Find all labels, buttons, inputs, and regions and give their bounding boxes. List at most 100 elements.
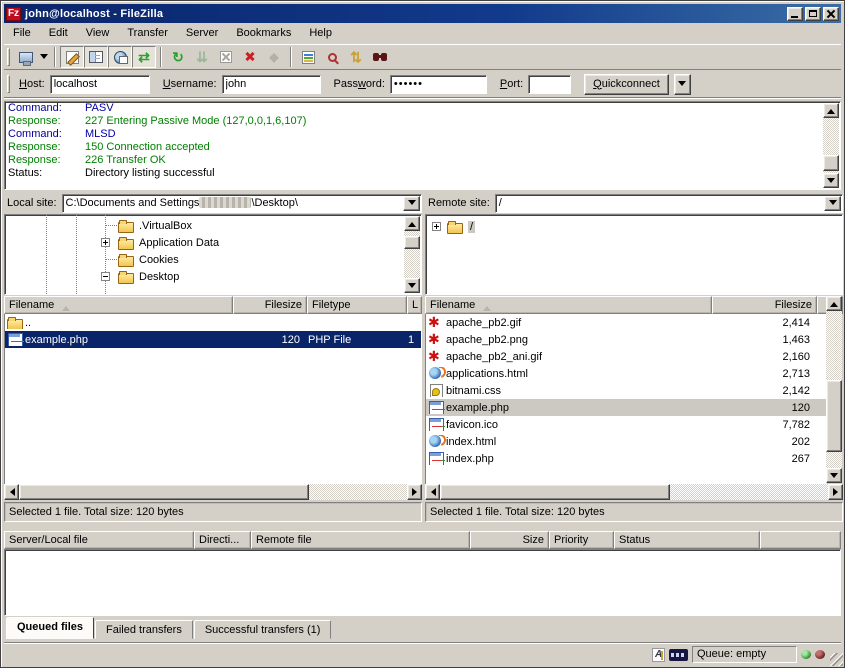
column-header-filesize[interactable]: Filesize xyxy=(233,296,307,314)
site-manager-button[interactable] xyxy=(14,46,38,68)
remote-path-dropdown[interactable] xyxy=(824,196,841,211)
process-queue-button[interactable]: ⇊ xyxy=(190,46,214,68)
file-row[interactable]: apache_pb2_ani.gif 2,160 xyxy=(426,348,826,365)
remote-vscrollbar[interactable] xyxy=(826,296,842,483)
port-label: Port: xyxy=(500,78,523,90)
scroll-up-button[interactable] xyxy=(826,296,842,311)
minimize-button[interactable] xyxy=(787,7,803,21)
menu-bar: File Edit View Transfer Server Bookmarks… xyxy=(4,24,841,43)
menu-server[interactable]: Server xyxy=(177,25,227,42)
file-row-example-php[interactable]: example.php 120 PHP File 1 xyxy=(5,331,421,348)
menu-edit[interactable]: Edit xyxy=(40,25,77,42)
tree-item-cookies[interactable]: Cookies xyxy=(5,251,421,268)
column-header-server-local-file[interactable]: Server/Local file xyxy=(4,531,194,549)
toggle-message-log-button[interactable] xyxy=(60,46,84,68)
cancel-operation-button[interactable] xyxy=(214,46,238,68)
file-row[interactable]: index.php 267 xyxy=(426,450,826,467)
menu-view[interactable]: View xyxy=(77,25,119,42)
column-header-filetype[interactable]: Filetype xyxy=(307,296,407,314)
chevron-down-icon xyxy=(829,200,837,209)
tab-failed-transfers[interactable]: Failed transfers xyxy=(95,620,193,639)
host-input[interactable] xyxy=(50,75,150,94)
username-input[interactable] xyxy=(222,75,321,94)
scroll-down-button[interactable] xyxy=(404,278,420,293)
file-row[interactable]: apache_pb2.png 1,463 xyxy=(426,331,826,348)
scroll-down-button[interactable] xyxy=(826,468,842,483)
menu-bookmarks[interactable]: Bookmarks xyxy=(227,25,300,42)
menu-file[interactable]: File xyxy=(4,25,40,42)
menu-help[interactable]: Help xyxy=(300,25,341,42)
column-header-priority[interactable]: Priority xyxy=(549,531,614,549)
scroll-left-button[interactable] xyxy=(4,484,19,500)
file-row[interactable]: index.html 202 xyxy=(426,433,826,450)
php-file-icon xyxy=(428,401,444,414)
tab-successful-transfers[interactable]: Successful transfers (1) xyxy=(194,620,332,639)
column-header-remote-file[interactable]: Remote file xyxy=(251,531,470,549)
remote-path-combo[interactable]: / xyxy=(495,194,843,213)
tree-item-desktop[interactable]: Desktop xyxy=(5,268,421,285)
column-header-status[interactable]: Status xyxy=(614,531,760,549)
disconnect-button[interactable] xyxy=(238,46,262,68)
column-header-filename[interactable]: Filename xyxy=(425,296,712,314)
file-row[interactable]: favicon.ico 7,782 xyxy=(426,416,826,433)
scroll-up-button[interactable] xyxy=(823,103,839,118)
password-input[interactable] xyxy=(390,75,487,94)
scroll-thumb[interactable] xyxy=(19,484,309,500)
quickbar-grip[interactable] xyxy=(7,75,10,93)
file-row[interactable]: apache_pb2.gif 2,414 xyxy=(426,314,826,331)
toggle-local-tree-button[interactable] xyxy=(84,46,108,68)
toolbar-separator xyxy=(290,47,292,67)
scroll-thumb[interactable] xyxy=(823,155,839,171)
scroll-thumb[interactable] xyxy=(404,236,420,249)
site-manager-dropdown[interactable] xyxy=(38,46,50,68)
synchronized-browsing-button[interactable]: ⇅ xyxy=(344,46,368,68)
title-bar[interactable]: Fz john@localhost - FileZilla xyxy=(4,4,841,23)
toolbar-grip[interactable] xyxy=(7,48,10,66)
quickconnect-dropdown[interactable] xyxy=(674,74,691,95)
close-button[interactable] xyxy=(823,7,839,21)
tree-item-application-data[interactable]: Application Data xyxy=(5,234,421,251)
directory-comparison-button[interactable] xyxy=(320,46,344,68)
column-header-size[interactable]: Size xyxy=(470,531,549,549)
tree-item-virtualbox[interactable]: .VirtualBox xyxy=(5,217,421,234)
scroll-left-button[interactable] xyxy=(425,484,440,500)
scroll-right-button[interactable] xyxy=(407,484,422,500)
tree-item-root[interactable]: / xyxy=(426,218,842,235)
find-files-button[interactable] xyxy=(368,46,392,68)
menu-transfer[interactable]: Transfer xyxy=(118,25,177,42)
local-hscrollbar[interactable] xyxy=(4,484,422,500)
file-row-parent-dir[interactable]: .. xyxy=(5,314,421,331)
port-input[interactable] xyxy=(528,75,571,94)
scroll-thumb[interactable] xyxy=(826,380,842,452)
log-scrollbar[interactable] xyxy=(823,103,839,188)
queue-header: Server/Local file Directi... Remote file… xyxy=(4,531,841,549)
toggle-transfer-queue-button[interactable]: ⇄ xyxy=(132,46,156,68)
scroll-up-button[interactable] xyxy=(404,216,420,231)
scroll-right-button[interactable] xyxy=(828,484,843,500)
toggle-remote-tree-button[interactable] xyxy=(108,46,132,68)
column-header-filesize[interactable]: Filesize xyxy=(712,296,817,314)
column-header-filename[interactable]: Filename xyxy=(4,296,233,314)
refresh-button[interactable]: ↻ xyxy=(166,46,190,68)
tab-queued-files[interactable]: Queued files xyxy=(6,617,94,639)
maximize-button[interactable] xyxy=(805,7,821,21)
remote-site-label: Remote site: xyxy=(425,195,495,212)
column-header-direction[interactable]: Directi... xyxy=(194,531,251,549)
directory-filters-button[interactable] xyxy=(296,46,320,68)
local-path-combo[interactable]: C:\Documents and Settings\Desktop\ xyxy=(62,194,422,213)
expand-icon[interactable] xyxy=(101,238,110,247)
scroll-down-button[interactable] xyxy=(823,173,839,188)
file-row[interactable]: bitnami.css 2,142 xyxy=(426,382,826,399)
reconnect-button[interactable]: ◆ xyxy=(262,46,286,68)
file-row-example-php[interactable]: example.php 120 xyxy=(426,399,826,416)
local-tree-scrollbar[interactable] xyxy=(404,216,420,293)
local-path-dropdown[interactable] xyxy=(403,196,420,211)
file-row[interactable]: applications.html 2,713 xyxy=(426,365,826,382)
column-header-lastmodified[interactable]: L xyxy=(407,296,422,314)
collapse-icon[interactable] xyxy=(101,272,110,281)
remote-hscrollbar[interactable] xyxy=(425,484,843,500)
expand-icon[interactable] xyxy=(432,222,441,231)
quickconnect-button[interactable]: Quickconnect xyxy=(584,74,669,95)
resize-grip[interactable] xyxy=(830,653,843,666)
scroll-thumb[interactable] xyxy=(440,484,670,500)
